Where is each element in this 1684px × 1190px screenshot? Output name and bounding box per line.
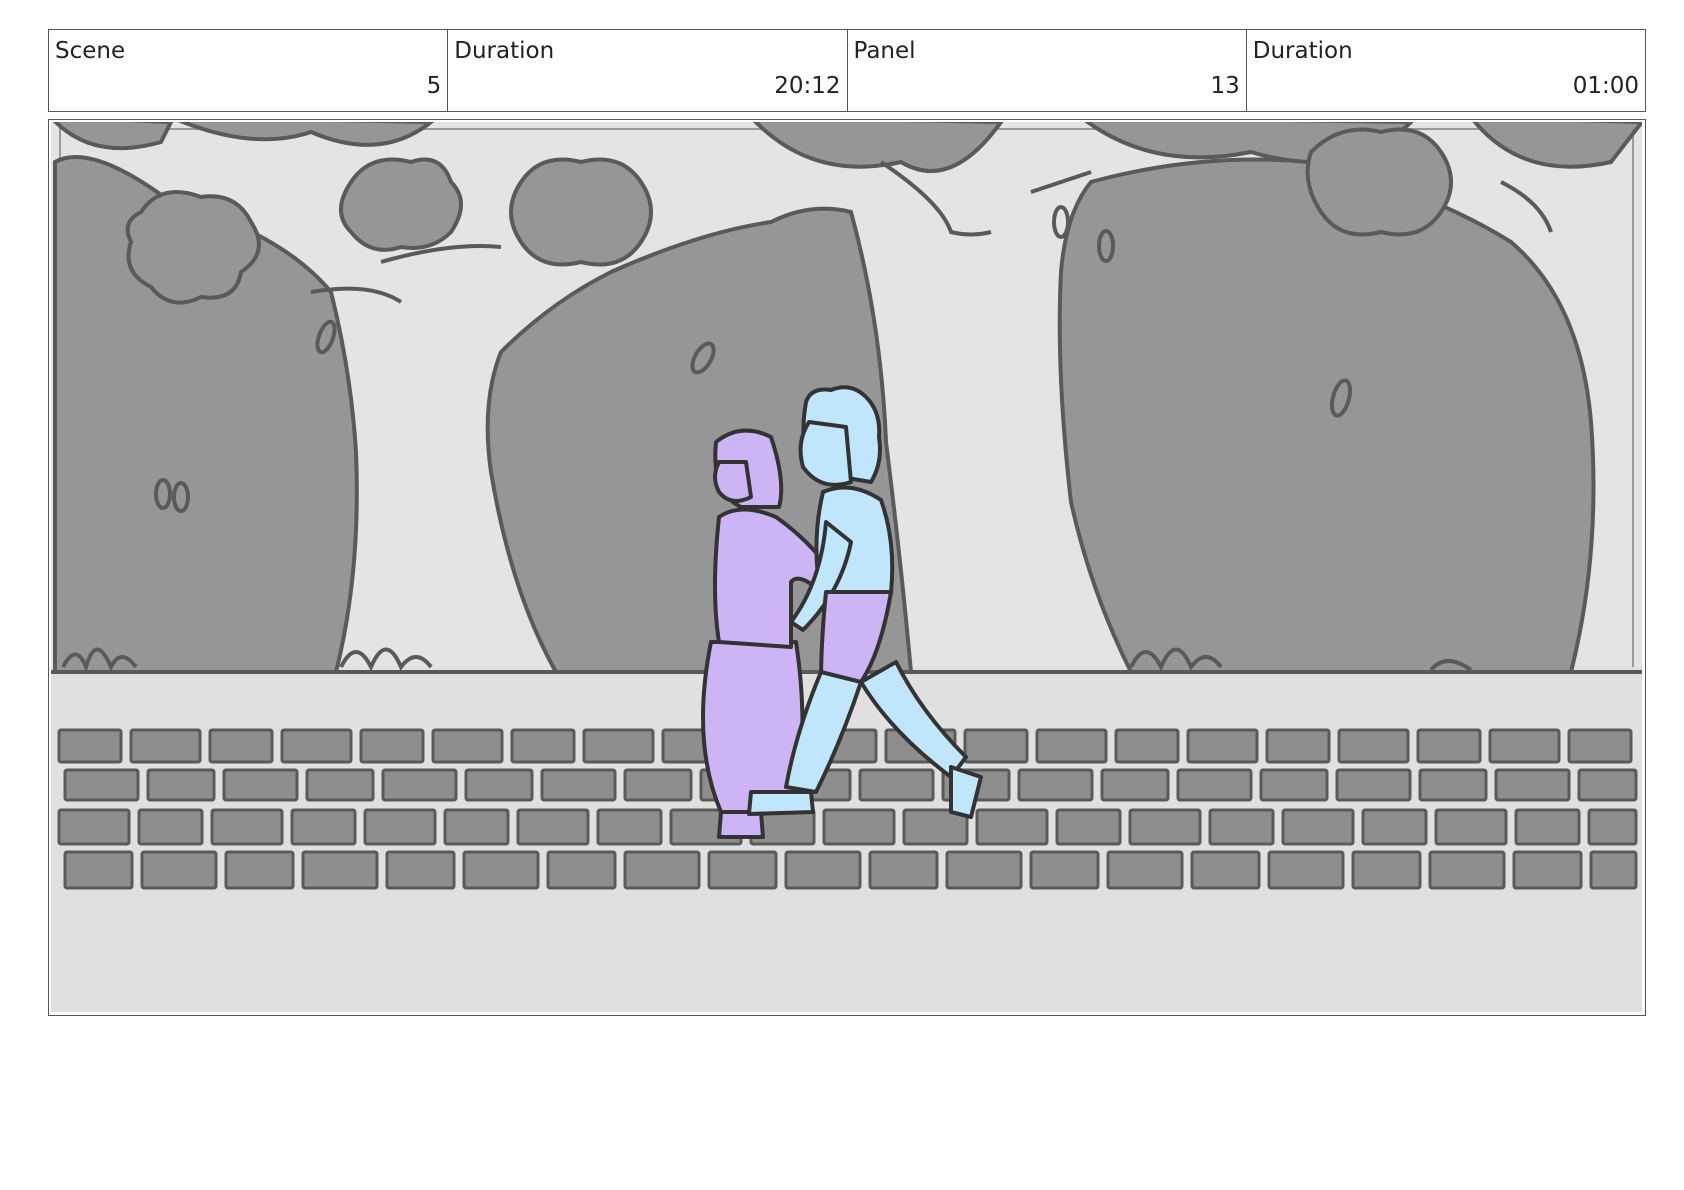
paving-stone [1434, 808, 1508, 846]
paving-stone [57, 728, 123, 764]
scene-duration-value: 20:12 [774, 73, 841, 99]
paving-stone [1128, 808, 1202, 846]
paving-stone [1494, 768, 1571, 802]
scene-value: 5 [426, 73, 442, 99]
paving-stone [1281, 808, 1355, 846]
paving-stone [137, 808, 204, 846]
paving-stone [57, 808, 131, 846]
paving-stone [596, 808, 663, 846]
paving-stone [359, 728, 425, 764]
paving-stone [290, 808, 357, 846]
panel-label: Panel [853, 38, 916, 64]
paving-stone [1418, 768, 1488, 802]
paving-stone [385, 850, 456, 890]
paving-stone [1029, 850, 1100, 890]
paving-stone [305, 768, 375, 802]
paving-stone [1589, 850, 1638, 890]
paving-stone [868, 850, 939, 890]
paving-stone [1337, 728, 1410, 764]
girl-face [713, 460, 753, 503]
panel-value: 13 [1210, 73, 1240, 99]
paving-stone [623, 768, 693, 802]
paving-stone [1114, 728, 1180, 764]
paving-stone [822, 808, 896, 846]
paving-stone [582, 728, 655, 764]
paving-stone [1259, 768, 1329, 802]
paving-stone [945, 850, 1023, 890]
paving-stone [1265, 728, 1331, 764]
paving-stone [63, 768, 140, 802]
paving-stone [510, 728, 576, 764]
paving-stone [1361, 808, 1428, 846]
leaf-cluster-4 [1305, 127, 1453, 237]
paving-stone [1190, 850, 1261, 890]
paving-stone [540, 768, 617, 802]
paving-stone [1351, 850, 1422, 890]
paving-stone [1428, 850, 1506, 890]
paving-stone [1176, 768, 1253, 802]
paving-stone [224, 850, 295, 890]
paving-stone [1335, 768, 1412, 802]
paving-stone [129, 728, 202, 764]
paving-stone [516, 808, 590, 846]
paving-stone [146, 768, 216, 802]
paving-stone [464, 768, 534, 802]
paving-stone [1017, 768, 1094, 802]
paving-stone [431, 728, 504, 764]
paving-stone [546, 850, 617, 890]
scene-duration-label: Duration [454, 38, 555, 64]
paving-stone [1416, 728, 1482, 764]
panel-cell: Panel 13 [848, 30, 1247, 111]
leaf-cluster-2 [339, 157, 463, 252]
paving-stone [963, 728, 1029, 764]
storyboard-panel [48, 119, 1646, 1016]
paving-stone [858, 768, 935, 802]
paving-stone [1100, 768, 1170, 802]
paving-stone [1567, 728, 1633, 764]
paving-stone [1106, 850, 1184, 890]
paving-stone [1055, 808, 1122, 846]
paving-stone [1267, 850, 1345, 890]
paving-stone [140, 850, 218, 890]
paving-stone [381, 768, 458, 802]
boy-face [798, 420, 853, 487]
paving-stone [208, 728, 274, 764]
paving-stone [975, 808, 1049, 846]
paving-stone [784, 850, 862, 890]
paving-stone [280, 728, 353, 764]
paving-stone [1035, 728, 1108, 764]
paving-stone [1577, 768, 1638, 802]
storyboard-header: Scene 5 Duration 20:12 Panel 13 Duration… [48, 29, 1646, 112]
paving-stone [363, 808, 437, 846]
paving-stone [462, 850, 540, 890]
scene-label: Scene [55, 38, 126, 64]
paving-stone [210, 808, 284, 846]
paving-stone [623, 850, 701, 890]
panel-duration-value: 01:00 [1572, 73, 1639, 99]
paving-stone [63, 850, 134, 890]
paving-stone [1488, 728, 1561, 764]
panel-duration-cell: Duration 01:00 [1247, 30, 1645, 111]
leaf-cluster-3 [509, 157, 653, 267]
paving-stone [1208, 808, 1275, 846]
paving-stone [301, 850, 379, 890]
panel-illustration [51, 122, 1642, 1012]
scene-duration-cell: Duration 20:12 [448, 30, 848, 111]
scene-cell: Scene 5 [49, 30, 449, 111]
paving-stone [1186, 728, 1259, 764]
paving-stone [707, 850, 778, 890]
paving-stone [222, 768, 299, 802]
panel-duration-label: Duration [1252, 38, 1353, 64]
paving-stone [1587, 808, 1638, 846]
boy-shoe-back [747, 790, 815, 816]
paving-stone [1512, 850, 1583, 890]
paving-stone [1514, 808, 1581, 846]
paving-stone [443, 808, 510, 846]
